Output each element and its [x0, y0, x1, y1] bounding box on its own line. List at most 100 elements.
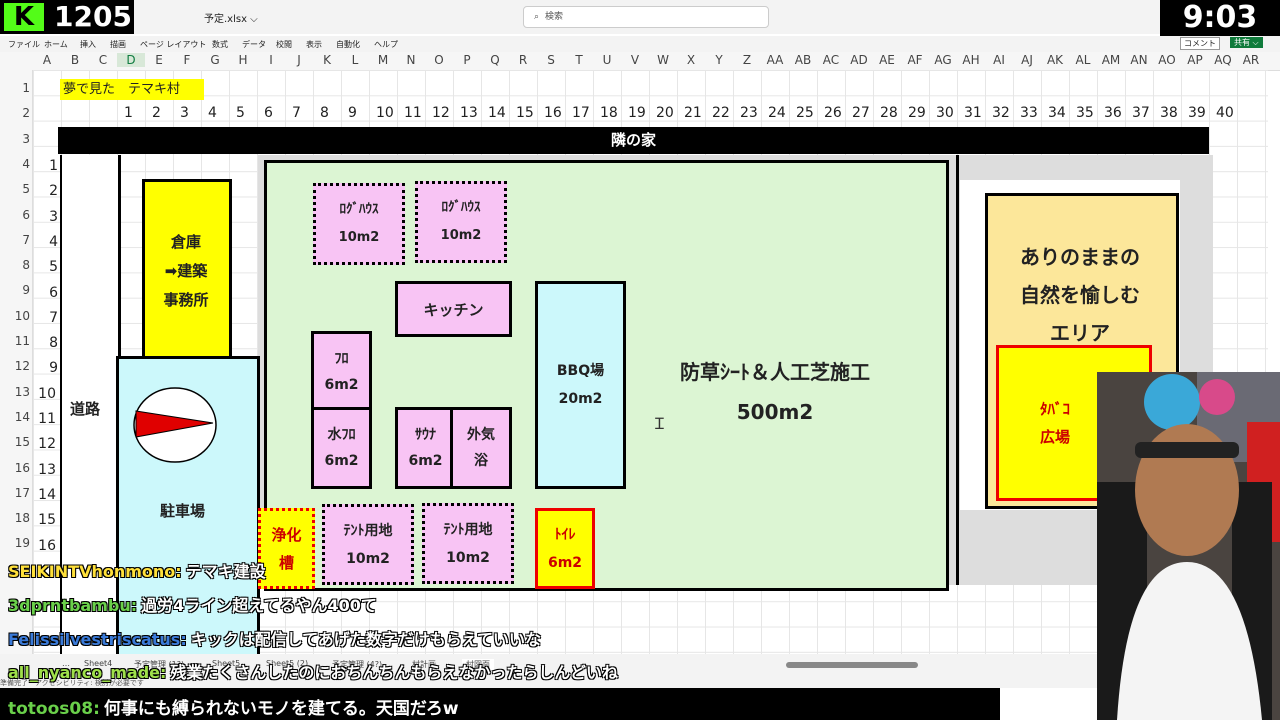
column-header-cell[interactable]: L — [341, 53, 369, 67]
row-header-cell[interactable]: 18 — [0, 511, 30, 525]
column-header-cell[interactable]: P — [453, 53, 481, 67]
chat-username: all_nyanco_made: — [8, 663, 167, 682]
column-header-cell[interactable]: AJ — [1013, 53, 1041, 67]
tent-site-1-name: ﾃﾝﾄ用地 — [343, 522, 393, 539]
chat-text: 過労4ライン超えてるやん400て — [141, 596, 377, 615]
top-number: 17 — [572, 105, 590, 121]
row-header-cell[interactable]: 16 — [0, 461, 30, 475]
row-header-cell[interactable]: 2 — [0, 106, 30, 120]
horizontal-scrollbar[interactable] — [786, 662, 918, 668]
menu-data[interactable]: データ — [242, 39, 266, 50]
menu-review[interactable]: 校閲 — [276, 39, 292, 50]
row-header-cell[interactable]: 13 — [0, 385, 30, 399]
menu-page-layout[interactable]: ページ レイアウト — [140, 39, 206, 50]
menu-insert[interactable]: 挿入 — [80, 39, 96, 50]
column-header-cell[interactable]: D — [117, 53, 145, 67]
sheet-title-cell[interactable]: 夢で見た テマキ村 — [60, 79, 204, 100]
column-header-cell[interactable]: J — [285, 53, 313, 67]
stream-clock: 9:03 — [1160, 0, 1280, 36]
row-header-cell[interactable]: 12 — [0, 359, 30, 373]
top-number: 36 — [1104, 105, 1122, 121]
row-header-cell[interactable]: 19 — [0, 536, 30, 550]
column-header-cell[interactable]: Q — [481, 53, 509, 67]
column-header-cell[interactable]: AD — [845, 53, 873, 67]
bath-area: 6m2 — [324, 377, 359, 393]
row-header-cell[interactable]: 6 — [0, 208, 30, 222]
column-header-cell[interactable]: W — [649, 53, 677, 67]
column-header-cell[interactable]: AC — [817, 53, 845, 67]
row-header-cell[interactable]: 9 — [0, 283, 30, 297]
row-header-cell[interactable]: 10 — [0, 309, 30, 323]
column-header-cell[interactable]: AN — [1125, 53, 1153, 67]
chat-username: totoos08: — [8, 699, 100, 719]
row-header-cell[interactable]: 1 — [0, 81, 30, 95]
column-header-cell[interactable]: E — [145, 53, 173, 67]
menu-automate[interactable]: 自動化 — [336, 39, 360, 50]
tent-site-2-name: ﾃﾝﾄ用地 — [443, 521, 493, 538]
menu-view[interactable]: 表示 — [306, 39, 322, 50]
file-name[interactable]: 予定.xlsx ⌵ — [204, 10, 258, 25]
ribbon-menu: ファイル ホーム 挿入 描画 ページ レイアウト 数式 データ 校閲 表示 自動… — [0, 36, 1280, 52]
column-header-cell[interactable]: AR — [1237, 53, 1265, 67]
row-header-cell[interactable]: 3 — [0, 132, 30, 146]
row-header-cell[interactable]: 8 — [0, 258, 30, 272]
column-header-cell[interactable]: AO — [1153, 53, 1181, 67]
column-header-cell[interactable]: N — [397, 53, 425, 67]
column-header-cell[interactable]: S — [537, 53, 565, 67]
menu-home[interactable]: ホーム — [44, 39, 68, 50]
comment-button[interactable]: コメント — [1180, 37, 1220, 50]
row-header-cell[interactable]: 4 — [0, 157, 30, 171]
menu-help[interactable]: ヘルプ — [374, 39, 398, 50]
column-header-cell[interactable]: B — [61, 53, 89, 67]
column-header-cell[interactable]: O — [425, 53, 453, 67]
bath-name: ﾌﾛ — [334, 351, 349, 367]
column-header-cell[interactable]: AF — [901, 53, 929, 67]
menu-draw[interactable]: 描画 — [110, 39, 126, 50]
column-header-cell[interactable]: G — [201, 53, 229, 67]
row-header-cell[interactable]: 5 — [0, 182, 30, 196]
column-header-cell[interactable]: AL — [1069, 53, 1097, 67]
column-header-cell[interactable]: AQ — [1209, 53, 1237, 67]
column-header-cell[interactable]: AP — [1181, 53, 1209, 67]
nature-label-line-2: 自然を愉しむ — [1020, 283, 1140, 307]
column-header-cell[interactable]: C — [89, 53, 117, 67]
menu-formulas[interactable]: 数式 — [212, 39, 228, 50]
column-header-cell[interactable]: F — [173, 53, 201, 67]
column-header-cell[interactable]: V — [621, 53, 649, 67]
top-number: 19 — [628, 105, 646, 121]
menu-file[interactable]: ファイル — [8, 39, 40, 50]
column-header-cell[interactable]: R — [509, 53, 537, 67]
column-header-cell[interactable]: AB — [789, 53, 817, 67]
chat-bottom-strip: totoos08: 何事にも縛られないモノを建てる。天国だろw — [0, 688, 1000, 720]
column-header-cell[interactable]: Z — [733, 53, 761, 67]
row-header-cell[interactable]: 15 — [0, 435, 30, 449]
side-number: 3 — [49, 208, 58, 225]
column-header-cell[interactable]: AG — [929, 53, 957, 67]
column-header-cell[interactable]: X — [677, 53, 705, 67]
row-header-cell[interactable]: 11 — [0, 334, 30, 348]
column-header-cell[interactable]: AK — [1041, 53, 1069, 67]
column-header-cell[interactable]: AA — [761, 53, 789, 67]
column-header-cell[interactable]: AI — [985, 53, 1013, 67]
column-header-cell[interactable]: I — [257, 53, 285, 67]
column-header-cell[interactable]: T — [565, 53, 593, 67]
parking-label: 駐車場 — [160, 502, 206, 520]
outdoor-air-bath: 外気浴 — [450, 407, 512, 489]
top-number: 1 — [124, 105, 133, 121]
column-header-cell[interactable]: M — [369, 53, 397, 67]
row-header-cell[interactable]: 14 — [0, 410, 30, 424]
column-header-cell[interactable]: Y — [705, 53, 733, 67]
column-header-cell[interactable]: A — [33, 53, 61, 67]
column-header-cell[interactable]: H — [229, 53, 257, 67]
text-cursor-icon: Ɪ — [655, 414, 664, 433]
row-header-cell[interactable]: 7 — [0, 233, 30, 247]
column-header-cell[interactable]: AM — [1097, 53, 1125, 67]
chat-message: SEIKINTVhonmono: テマキ建設 — [8, 558, 266, 582]
column-header-cell[interactable]: AE — [873, 53, 901, 67]
share-button[interactable]: 共有 ⌵ — [1230, 37, 1263, 48]
column-header-cell[interactable]: U — [593, 53, 621, 67]
column-header-cell[interactable]: AH — [957, 53, 985, 67]
column-header-cell[interactable]: K — [313, 53, 341, 67]
search-input[interactable]: ⌕ 検索 — [523, 6, 769, 28]
row-header-cell[interactable]: 17 — [0, 486, 30, 500]
